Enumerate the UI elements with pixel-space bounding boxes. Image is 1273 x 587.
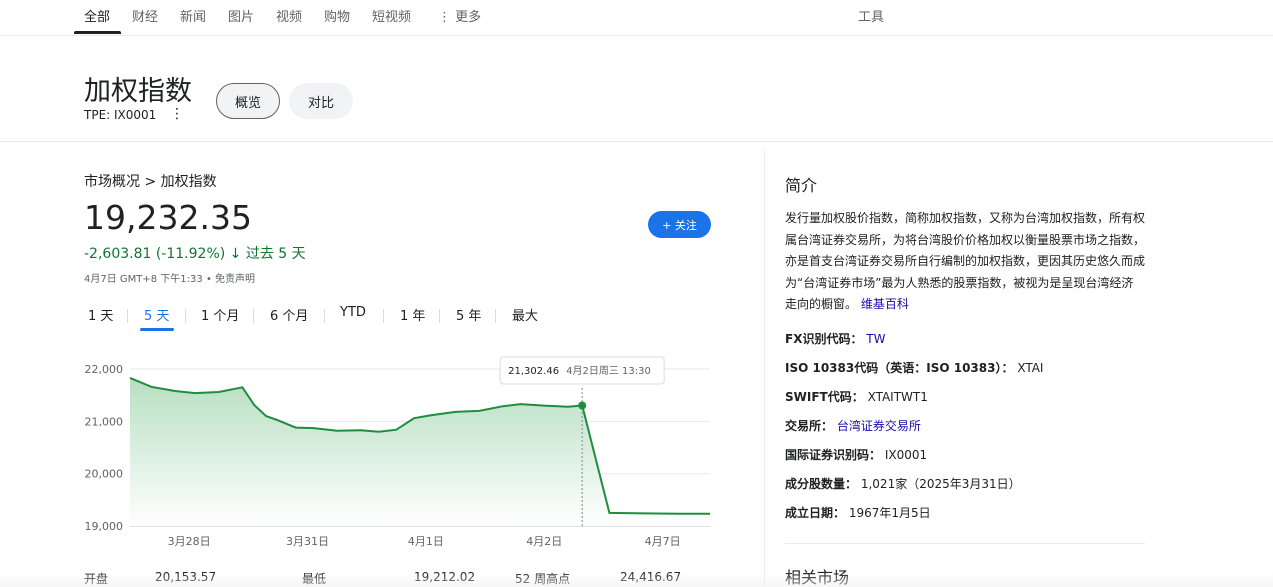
fact-row: 成立日期： 1967年1月5日 [785,504,931,521]
overview-chip[interactable]: 概览 [216,83,280,119]
range-5d[interactable]: 5 天 [144,305,169,324]
fact-row: 国际证券识别码： IX0001 [785,446,927,463]
fact-value-link[interactable]: 台湾证券交易所 [837,419,921,433]
tab-short-videos[interactable]: 短视频 [372,6,411,25]
price-chart[interactable]: 22,000 21,000 20,000 19,000 21,302.46 4月2日周… [70,350,730,550]
tab-finance[interactable]: 财经 [132,6,158,25]
stat-label-52w-high: 52 周高点 [515,572,571,586]
fact-value: IX0001 [884,448,928,462]
x-tick-label: 4月1日 [408,535,444,548]
price-area-fill [130,377,710,526]
about-title: 简介 [785,176,818,195]
chart-tooltip: 21,302.46 4月2日周三 13:30 [499,356,665,385]
section-divider [785,543,1145,544]
range-separator [324,309,325,323]
more-options-icon[interactable]: ⋮ [170,106,184,122]
tab-more[interactable]: ⋮ 更多 [438,6,481,25]
tab-images[interactable]: 图片 [228,6,254,25]
range-separator [185,309,186,323]
range-separator [127,309,128,323]
range-separator [383,309,384,323]
fact-value-link[interactable]: TW [866,332,885,346]
tab-shopping[interactable]: 购物 [324,6,350,25]
stat-value-low: 19,212.02 [414,570,476,584]
fact-key: FX识别代码： [785,332,863,346]
fact-key: 成立日期： [785,506,846,520]
about-description: 发行量加权股价指数，简称加权指数，又称为台湾加权指数，所有权属台湾证券交易所，为… [785,208,1145,316]
active-range-indicator [140,328,174,331]
compare-chip[interactable]: 对比 [289,83,353,119]
hover-point [578,401,587,410]
fact-row: 成分股数量： 1,021家（2025年3月31日） [785,475,1021,492]
x-tick-label: 3月28日 [168,535,211,548]
range-1d[interactable]: 1 天 [88,305,113,324]
top-nav: 全部 财经 新闻 图片 视频 购物 短视频 ⋮ 更多 工具 [0,0,1273,36]
entity-header: 加权指数 TPE: IX0001 ⋮ 概览 对比 [0,36,1273,142]
fact-key: 交易所： [785,419,834,433]
fact-value: XTAITWT1 [867,390,928,404]
quote-timestamp: 4月7日 GMT+8 下午1:33 • 免责声明 [84,274,256,285]
current-price: 19,232.35 [84,198,252,237]
stat-label-low: 最低 [302,572,327,586]
y-tick-label: 19,000 [85,520,124,533]
stat-value-open: 20,153.57 [155,570,217,584]
range-1y[interactable]: 1 年 [400,305,425,324]
range-separator [495,309,496,323]
active-tab-indicator [74,31,121,34]
tab-news[interactable]: 新闻 [180,6,206,25]
fact-key: 国际证券识别码： [785,448,882,462]
range-separator [439,309,440,323]
breadcrumb[interactable]: 市场概况 > 加权指数 [84,171,217,191]
range-separator [253,309,254,323]
y-tick-label: 22,000 [85,363,124,376]
fact-row: ISO 10383代码（英语：ISO 10383）： XTAI [785,359,1043,376]
tab-videos[interactable]: 视频 [276,6,302,25]
panel-divider [764,150,765,587]
x-tick-label: 4月7日 [645,535,681,548]
stat-value-52w-high: 24,416.67 [620,570,682,584]
price-change: -2,603.81 (-11.92%) ↓ 过去 5 天 [84,246,306,262]
x-tick-label: 3月31日 [286,535,329,548]
fact-row: 交易所： 台湾证券交易所 [785,417,921,434]
tab-all[interactable]: 全部 [84,6,110,25]
fact-row: FX识别代码： TW [785,330,885,347]
range-6m[interactable]: 6 个月 [270,305,308,324]
y-tick-label: 20,000 [85,468,124,481]
tools-button[interactable]: 工具 [858,6,884,25]
tooltip-value: 21,302.46 [508,366,559,377]
fact-key: 成分股数量： [785,477,858,491]
fact-value: 1,021家（2025年3月31日） [860,477,1021,491]
range-ytd[interactable]: YTD [340,305,366,320]
tooltip-date: 4月2日周三 13:30 [566,365,651,377]
x-tick-label: 4月2日 [526,535,562,548]
fact-key: ISO 10383代码（英语：ISO 10383）： [785,361,1014,375]
page-title: 加权指数 [84,76,192,107]
related-markets-title: 相关市场 [785,568,850,587]
fact-key: SWIFT代码： [785,390,864,404]
range-5y[interactable]: 5 年 [456,305,481,324]
fact-value: 1967年1月5日 [848,506,931,520]
follow-button[interactable]: + 关注 [648,211,711,238]
about-text: 发行量加权股价指数，简称加权指数，又称为台湾加权指数，所有权属台湾证券交易所，为… [785,211,1146,311]
range-1m[interactable]: 1 个月 [201,305,239,324]
ticker-symbol: TPE: IX0001 [84,108,157,122]
wikipedia-link[interactable]: 维基百科 [861,297,909,311]
y-tick-label: 21,000 [85,415,124,428]
fact-row: SWIFT代码： XTAITWT1 [785,388,928,405]
stat-label-open: 开盘 [84,572,109,586]
range-max[interactable]: 最大 [512,305,538,324]
fact-value: XTAI [1017,361,1044,375]
